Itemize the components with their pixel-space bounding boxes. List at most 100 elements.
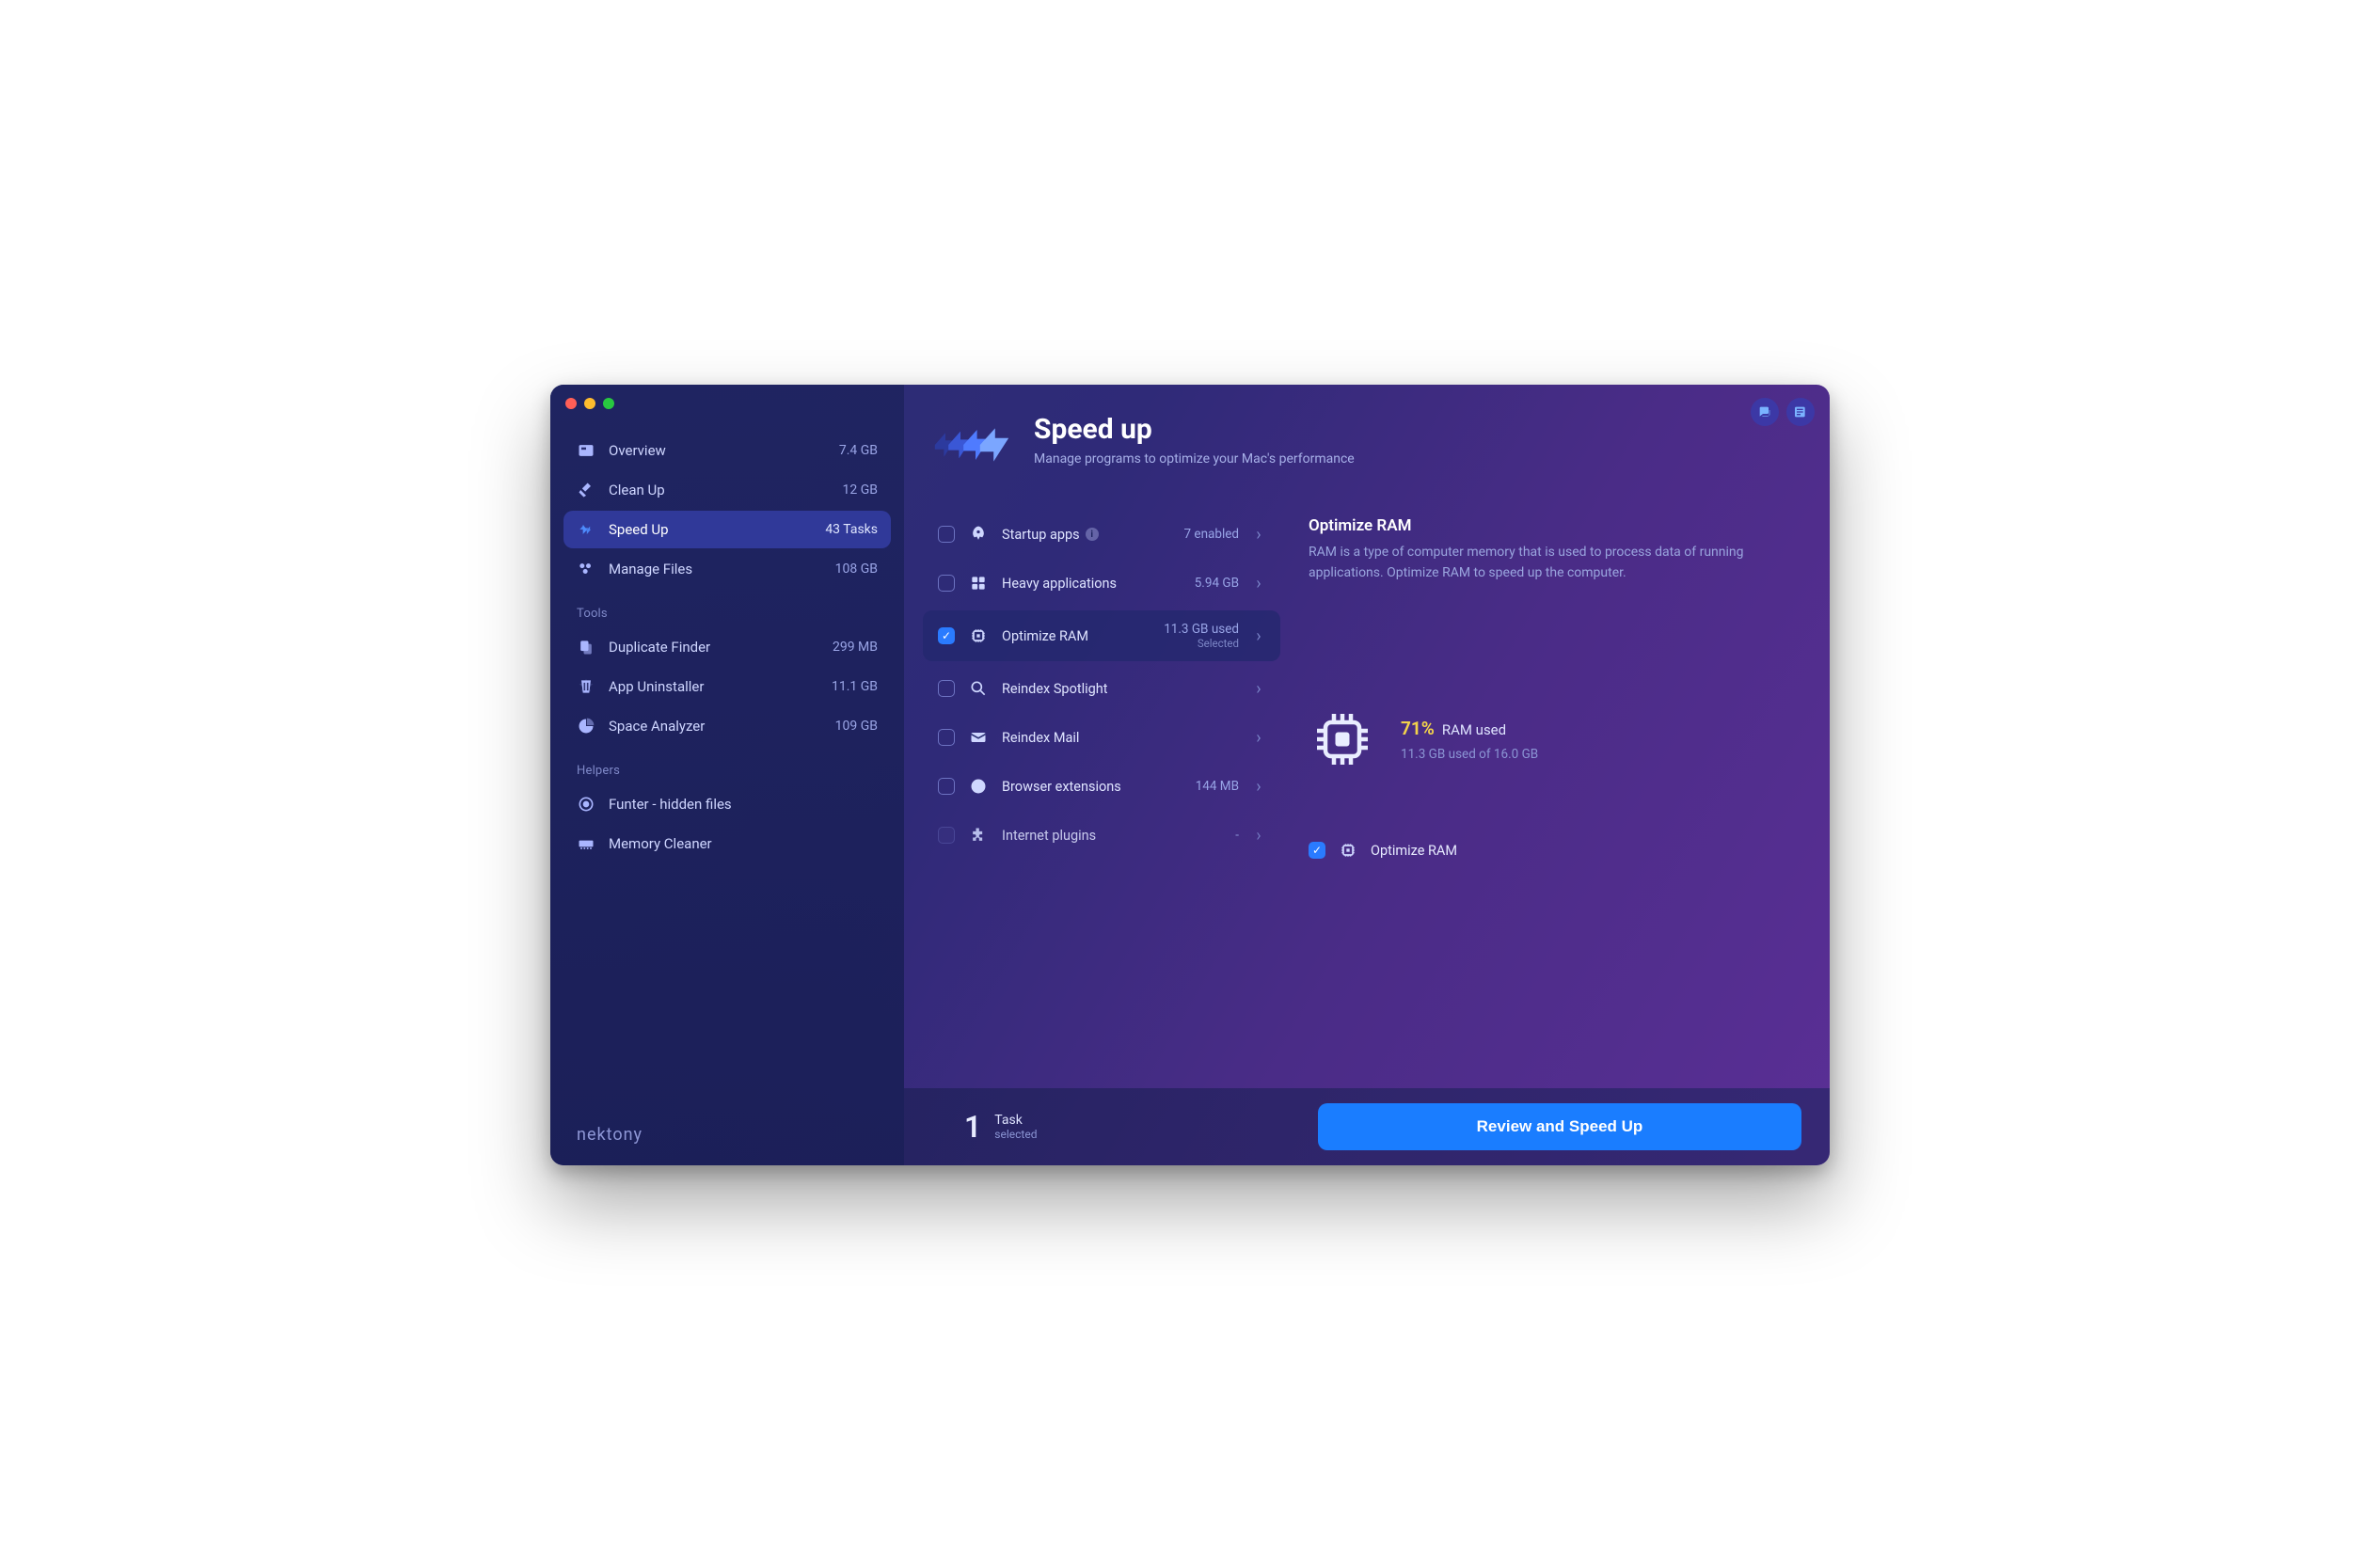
task-checkbox[interactable]	[938, 627, 955, 644]
task-label: Reindex Mail	[1002, 730, 1079, 746]
duplicate-icon	[577, 638, 595, 656]
ram-usage-text: 11.3 GB used of 16.0 GB	[1401, 747, 1538, 762]
chevron-right-icon: ›	[1252, 626, 1265, 646]
globe-icon	[968, 776, 989, 797]
sidebar-item-duplicate-finder[interactable]: Duplicate Finder 299 MB	[563, 628, 891, 666]
selected-task-checkbox[interactable]	[1309, 842, 1325, 859]
chat-icon[interactable]	[1751, 398, 1779, 426]
sidebar-item-badge: 43 Tasks	[825, 522, 878, 537]
close-window-button[interactable]	[565, 398, 577, 409]
task-row-internet-plugins[interactable]: Internet plugins - ›	[923, 814, 1280, 857]
search-icon	[968, 678, 989, 699]
task-value: 11.3 GB used	[1164, 622, 1239, 637]
gauge-icon	[577, 441, 595, 460]
task-row-heavy-apps[interactable]: Heavy applications 5.94 GB ›	[923, 561, 1280, 605]
sidebar-item-memory-cleaner[interactable]: Memory Cleaner	[563, 825, 891, 862]
files-icon	[577, 560, 595, 578]
sidebar: Overview 7.4 GB Clean Up 12 GB	[550, 385, 904, 1165]
task-checkbox[interactable]	[938, 778, 955, 795]
maximize-window-button[interactable]	[603, 398, 614, 409]
chevron-right-icon: ›	[1252, 525, 1265, 545]
sidebar-item-badge: 109 GB	[835, 719, 878, 734]
target-icon	[577, 795, 595, 814]
sidebar-item-speed-up[interactable]: Speed Up 43 Tasks	[563, 511, 891, 548]
task-value: 7 enabled	[1183, 527, 1239, 542]
chevron-right-icon: ›	[1252, 679, 1265, 699]
page-subtitle: Manage programs to optimize your Mac's p…	[1034, 451, 1355, 467]
task-row-reindex-spotlight[interactable]: Reindex Spotlight ›	[923, 667, 1280, 710]
sidebar-item-label: Manage Files	[609, 561, 692, 577]
task-row-startup-apps[interactable]: Startup apps i 7 enabled ›	[923, 513, 1280, 556]
sidebar-item-label: Overview	[609, 442, 666, 459]
task-checkbox[interactable]	[938, 680, 955, 697]
task-subvalue: Selected	[1164, 637, 1239, 650]
sidebar-item-badge: 299 MB	[833, 640, 878, 655]
sidebar-item-manage-files[interactable]: Manage Files 108 GB	[563, 550, 891, 588]
sidebar-item-label: Clean Up	[609, 482, 665, 498]
chevron-right-icon: ›	[1252, 574, 1265, 593]
task-value: 144 MB	[1196, 779, 1239, 794]
sidebar-item-app-uninstaller[interactable]: App Uninstaller 11.1 GB	[563, 668, 891, 705]
task-label: Reindex Spotlight	[1002, 681, 1108, 697]
news-icon[interactable]	[1786, 398, 1815, 426]
task-label: Optimize RAM	[1002, 628, 1088, 644]
selected-task-label: Optimize RAM	[1371, 843, 1457, 859]
sidebar-item-label: Funter - hidden files	[609, 796, 732, 813]
review-and-speed-up-button[interactable]: Review and Speed Up	[1318, 1103, 1801, 1150]
task-label: Browser extensions	[1002, 779, 1121, 795]
selected-count-sub: selected	[994, 1128, 1037, 1141]
top-right-actions	[1751, 398, 1815, 426]
selected-task-row: Optimize RAM	[1309, 841, 1792, 860]
sidebar-item-overview[interactable]: Overview 7.4 GB	[563, 432, 891, 469]
sidebar-item-label: Memory Cleaner	[609, 835, 712, 852]
plugin-icon	[968, 825, 989, 846]
sidebar-item-badge: 12 GB	[843, 482, 878, 498]
task-checkbox[interactable]	[938, 729, 955, 746]
info-icon[interactable]: i	[1086, 528, 1099, 541]
ram-percent-label: RAM used	[1442, 721, 1506, 738]
selected-count-label: Task	[994, 1113, 1037, 1129]
task-checkbox	[938, 827, 955, 844]
pie-icon	[577, 717, 595, 735]
ram-icon	[577, 834, 595, 853]
sidebar-item-label: Duplicate Finder	[609, 639, 710, 656]
task-label: Startup apps	[1002, 527, 1080, 543]
detail-panel: Optimize RAM RAM is a type of computer m…	[1309, 513, 1792, 1088]
chip-icon	[968, 625, 989, 646]
chevron-right-icon: ›	[1252, 728, 1265, 748]
ram-stat: 71% RAM used 11.3 GB used of 16.0 GB	[1309, 705, 1792, 773]
detail-description: RAM is a type of computer memory that is…	[1309, 543, 1792, 583]
sidebar-item-label: App Uninstaller	[609, 678, 704, 695]
footer-bar: 1 Task selected Review and Speed Up	[904, 1088, 1830, 1165]
minimize-window-button[interactable]	[584, 398, 595, 409]
selected-count: 1 Task selected	[932, 1109, 1290, 1145]
sidebar-item-badge: 11.1 GB	[832, 679, 878, 694]
sidebar-item-space-analyzer[interactable]: Space Analyzer 109 GB	[563, 707, 891, 745]
task-row-optimize-ram[interactable]: Optimize RAM 11.3 GB used Selected ›	[923, 610, 1280, 661]
chip-large-icon	[1309, 705, 1376, 773]
uninstall-icon	[577, 677, 595, 696]
sidebar-item-funter[interactable]: Funter - hidden files	[563, 785, 891, 823]
chevron-right-icon: ›	[1252, 826, 1265, 846]
page-header: Speed up Manage programs to optimize you…	[904, 385, 1830, 486]
grid-icon	[968, 573, 989, 593]
page-title: Speed up	[1034, 413, 1355, 446]
sidebar-section-helpers: Helpers	[550, 747, 904, 783]
chip-icon	[1339, 841, 1357, 860]
task-checkbox[interactable]	[938, 526, 955, 543]
mail-icon	[968, 727, 989, 748]
task-row-browser-extensions[interactable]: Browser extensions 144 MB ›	[923, 765, 1280, 808]
task-value: 5.94 GB	[1195, 576, 1239, 591]
rocket-icon	[968, 524, 989, 545]
chevron-right-icon: ›	[1252, 777, 1265, 797]
sidebar-item-label: Space Analyzer	[609, 718, 705, 735]
sidebar-item-clean-up[interactable]: Clean Up 12 GB	[563, 471, 891, 509]
brand-logo: nektony	[550, 1104, 904, 1165]
speed-up-hero-icon	[930, 413, 1021, 477]
window-controls	[565, 398, 614, 409]
task-checkbox[interactable]	[938, 575, 955, 592]
task-list: Startup apps i 7 enabled › Heavy applica…	[923, 513, 1280, 1088]
detail-title: Optimize RAM	[1309, 516, 1792, 535]
broom-icon	[577, 481, 595, 499]
task-row-reindex-mail[interactable]: Reindex Mail ›	[923, 716, 1280, 759]
